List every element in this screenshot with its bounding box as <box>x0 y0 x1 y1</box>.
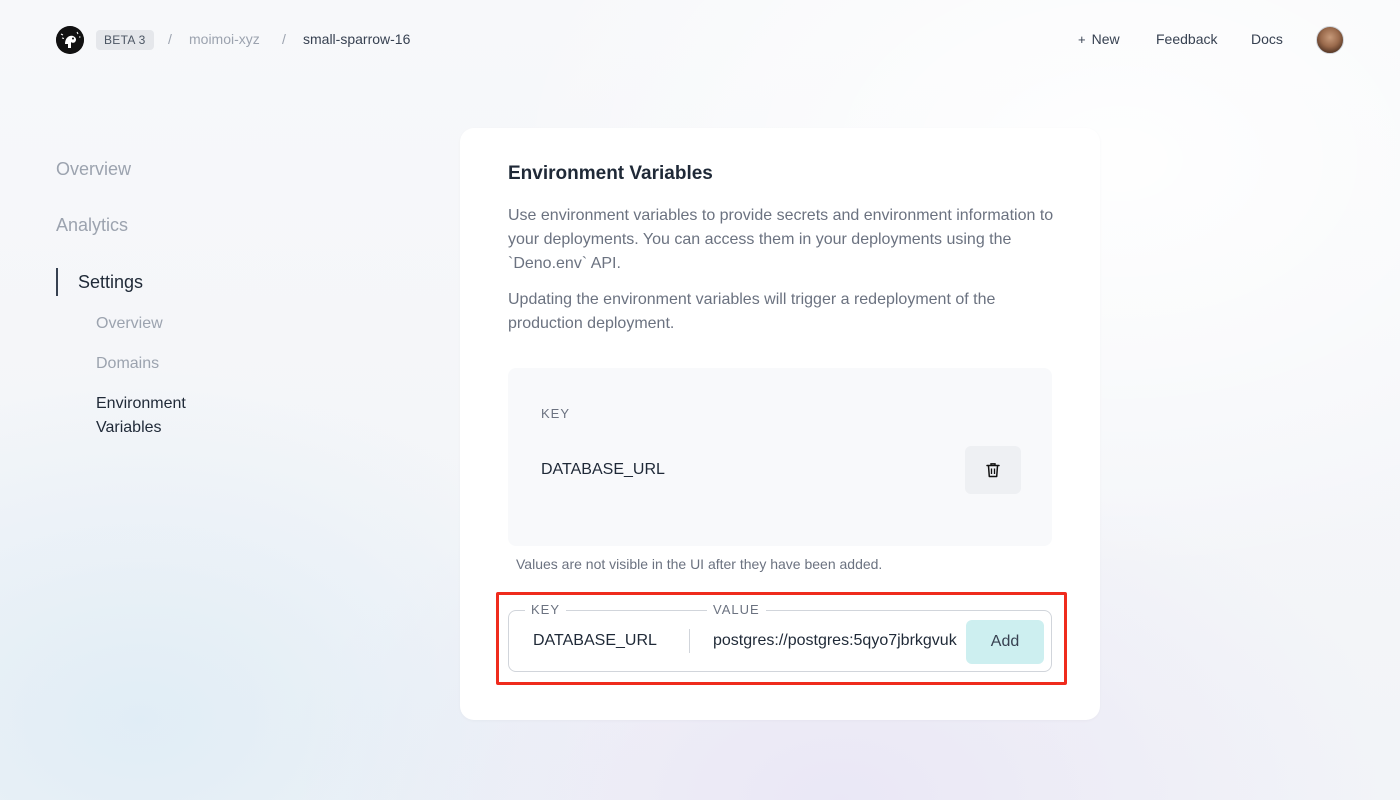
breadcrumb-separator: / <box>282 31 286 47</box>
key-column-header: KEY <box>541 406 571 421</box>
delete-variable-button[interactable] <box>965 446 1021 494</box>
card-redeploy-note: Updating the environment variables will … <box>508 291 996 332</box>
breadcrumb-org[interactable]: moimoi-xyz <box>189 31 260 47</box>
sidebar-item-overview[interactable]: Overview <box>56 159 131 180</box>
deno-logo-icon[interactable] <box>56 26 84 54</box>
feedback-link[interactable]: Feedback <box>1156 31 1217 47</box>
add-button[interactable]: Add <box>966 620 1044 664</box>
breadcrumb-project[interactable]: small-sparrow-16 <box>303 31 410 47</box>
sidebar-subitem-overview[interactable]: Overview <box>96 312 163 336</box>
value-input[interactable] <box>713 627 967 655</box>
trash-icon <box>986 463 1000 478</box>
new-label: New <box>1091 31 1120 47</box>
sidebar-subitem-environment-variables[interactable]: Environment Variables <box>96 392 216 440</box>
values-hidden-hint: Values are not visible in the UI after t… <box>516 556 883 572</box>
existing-variables-panel: KEY DATABASE_URL <box>508 368 1052 546</box>
user-avatar[interactable] <box>1316 26 1344 54</box>
variable-key: DATABASE_URL <box>541 461 665 478</box>
new-button[interactable]: + New <box>1078 31 1120 47</box>
key-input[interactable] <box>533 627 683 655</box>
card-title: Environment Variables <box>508 163 713 184</box>
top-header: BETA 3 / moimoi-xyz / small-sparrow-16 +… <box>0 0 1400 80</box>
field-divider <box>689 629 690 653</box>
sidebar-item-analytics[interactable]: Analytics <box>56 215 128 236</box>
docs-link[interactable]: Docs <box>1251 31 1283 47</box>
card-description: Use environment variables to provide sec… <box>508 207 1054 272</box>
beta-badge: BETA 3 <box>96 30 154 50</box>
sidebar-item-settings[interactable]: Settings <box>56 268 143 296</box>
key-field-label: KEY <box>525 602 567 618</box>
sidebar-subitem-domains[interactable]: Domains <box>96 352 159 376</box>
env-vars-card: Environment Variables Use environment va… <box>460 128 1100 720</box>
add-variable-form: KEY VALUE Add <box>508 602 1052 672</box>
breadcrumb-separator: / <box>168 31 172 47</box>
plus-icon: + <box>1078 32 1086 47</box>
value-field-label: VALUE <box>707 602 766 618</box>
